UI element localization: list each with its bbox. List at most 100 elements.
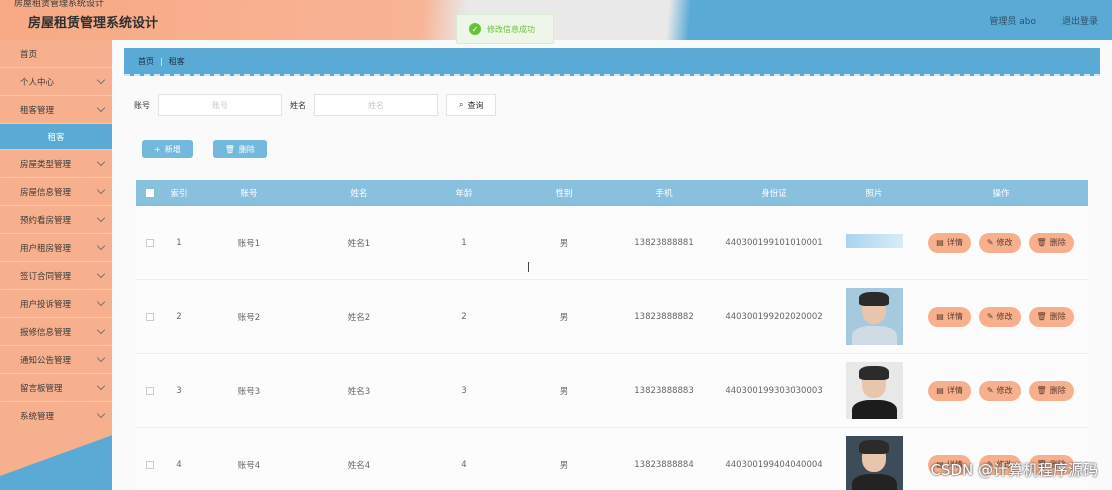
chevron-down-icon [96,213,106,223]
chevron-down-icon [96,241,106,251]
row-checkbox[interactable] [146,238,154,247]
sidebar-decoration [0,420,112,490]
sidebar-item[interactable]: 房屋类型管理 [0,150,112,178]
sidebar-item[interactable]: 签订合同管理 [0,262,112,290]
sidebar-item[interactable]: 留言板管理 [0,374,112,402]
cell-age: 4 [461,459,467,470]
cell-index: 2 [176,311,182,322]
delete-button[interactable]: 🗑 删除 [1028,306,1074,327]
chevron-down-icon [96,185,106,195]
cell-id-card: 440300199404040004 [725,459,823,470]
plus-icon: + [154,144,161,154]
account-label: 账号 [134,100,150,110]
chevron-down-icon [96,325,106,335]
sidebar-item-label: 房屋信息管理 [20,187,72,198]
table-row: 3 账号3 姓名3 3 男 13823888883 440300199303030003 ▤ 详… [136,354,1088,428]
cell-id-card: 440300199101010001 [725,237,823,248]
row-checkbox[interactable] [146,460,154,469]
cell-name: 姓名1 [347,238,371,249]
document-icon: ▤ [936,312,944,321]
cell-phone: 13823888881 [634,237,694,248]
cell-name: 姓名2 [347,312,371,323]
sidebar-item[interactable]: 预约看房管理 [0,206,112,234]
detail-button[interactable]: ▤ 详情 [928,306,971,327]
tenant-photo [845,362,903,419]
row-checkbox[interactable] [146,386,154,395]
edit-label: 修改 [996,386,1013,395]
detail-label: 详情 [946,238,963,247]
account-search-input[interactable]: 账号 [158,94,282,116]
chevron-down-icon [96,353,106,363]
row-checkbox[interactable] [146,312,154,321]
edit-label: 修改 [996,238,1013,247]
logout-button[interactable]: 退出登录 [1062,14,1098,27]
column-header: 身份证 [761,189,787,199]
batch-delete-button[interactable]: 🗑 删除 [212,140,267,158]
sidebar-item-label: 留言板管理 [20,383,63,394]
document-icon: ▤ [936,386,944,395]
column-header: 姓名 [350,189,368,199]
sidebar-item[interactable]: 租客管理 [0,96,112,124]
edit-button[interactable]: ✎ 修改 [978,380,1021,401]
sidebar-item-label: 租客 [47,132,65,143]
sidebar-item[interactable]: 用户投诉管理 [0,290,112,318]
tenant-photo [845,233,903,248]
tenant-table: 索引 账号 姓名 年龄 性别 手机 身份证 照片 操作 1 账号1 姓名1 1 男 138… [136,180,1088,490]
sidebar-item[interactable]: 通知公告管理 [0,346,112,374]
check-circle-icon: ✓ [469,23,481,35]
sidebar-item[interactable]: 报修信息管理 [0,318,112,346]
chevron-down-icon [96,297,106,307]
add-button[interactable]: + 新增 [142,140,193,158]
table-header: 索引 账号 姓名 年龄 性别 手机 身份证 照片 操作 [136,180,1088,206]
current-user: 管理员 abo [989,17,1036,27]
sidebar-item-label: 个人中心 [20,77,55,88]
select-all-checkbox[interactable] [146,189,154,197]
trash-icon: 🗑 [224,144,235,154]
delete-label: 删除 [1049,312,1066,321]
chevron-down-icon [96,381,106,391]
breadcrumb-home[interactable]: 首页 [138,56,154,67]
edit-button[interactable]: ✎ 修改 [978,306,1021,327]
sidebar-item-label: 首页 [20,49,38,60]
cell-account: 账号3 [237,386,261,397]
cell-age: 2 [461,311,467,322]
sidebar-item-label: 用户投诉管理 [20,299,72,310]
cell-gender: 男 [559,460,569,471]
detail-button[interactable]: ▤ 详情 [928,380,971,401]
delete-label: 删除 [1049,386,1066,395]
cell-index: 1 [176,237,182,248]
column-header: 照片 [865,189,883,199]
name-search-input[interactable]: 姓名 [314,94,438,116]
sidebar-item[interactable]: 房屋信息管理 [0,178,112,206]
window-title: 房屋租赁管理系统设计 [14,0,105,9]
breadcrumb: 首页 | 租客 [124,48,1100,76]
column-header: 年龄 [455,189,473,199]
name-label: 姓名 [290,100,306,110]
query-button[interactable]: ⌕ 查询 [446,94,497,116]
cell-age: 1 [461,237,467,248]
column-header: 账号 [240,189,258,199]
system-title: 房屋租赁管理系统设计 [28,16,159,31]
detail-button[interactable]: ▤ 详情 [928,232,971,253]
cell-phone: 13823888883 [634,385,694,396]
breadcrumb-separator: | [160,56,163,66]
trash-icon: 🗑 [1036,312,1047,321]
sidebar-item[interactable]: 租客 [0,124,112,150]
cell-gender: 男 [559,386,569,397]
delete-label: 删除 [1049,238,1066,247]
edit-button[interactable]: ✎ 修改 [978,232,1021,253]
sidebar-item[interactable]: 用户租房管理 [0,234,112,262]
delete-button[interactable]: 🗑 删除 [1028,232,1074,253]
cell-age: 3 [461,385,467,396]
top-header: 房屋租赁管理系统设计 房屋租赁管理系统设计 管理员 abo 退出登录 [0,0,1112,40]
sidebar-item[interactable]: 首页 [0,40,112,68]
column-header: 索引 [170,189,188,199]
sidebar-item[interactable]: 个人中心 [0,68,112,96]
cell-id-card: 440300199202020002 [725,311,823,322]
column-header: 性别 [555,189,573,199]
delete-button[interactable]: 🗑 删除 [1028,380,1074,401]
cell-index: 4 [176,459,182,470]
chevron-down-icon [96,269,106,279]
trash-icon: 🗑 [1036,386,1047,395]
cell-gender: 男 [559,312,569,323]
